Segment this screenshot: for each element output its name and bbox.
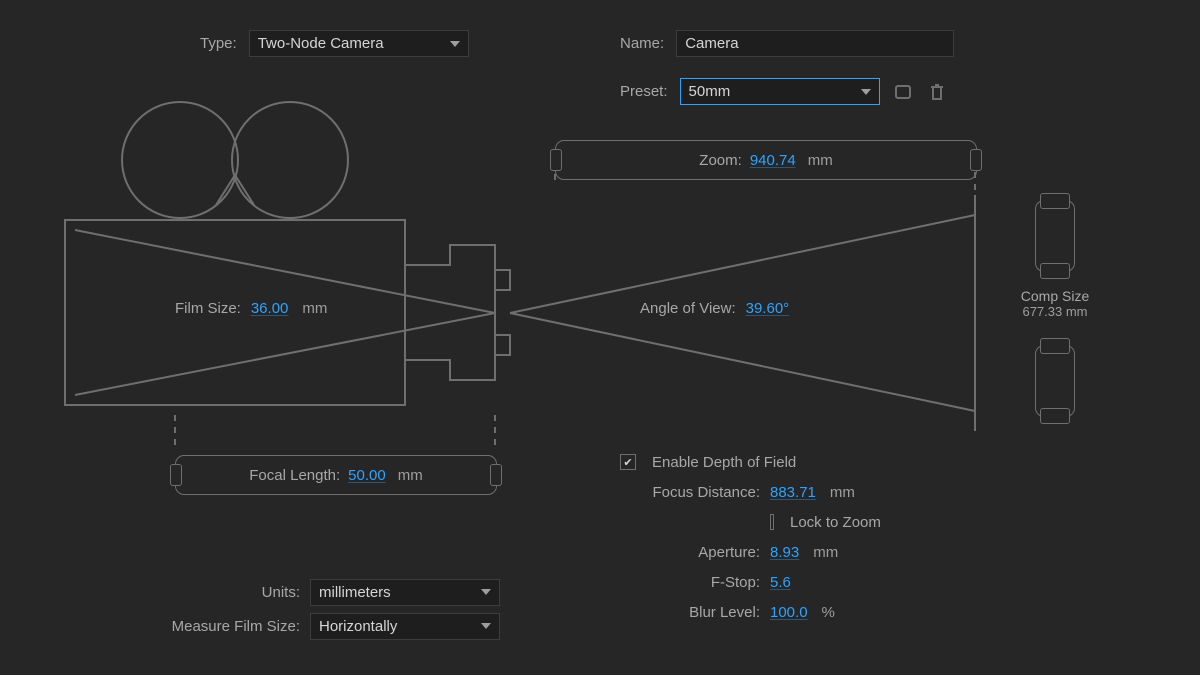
enable-dof-checkbox[interactable] <box>620 454 636 470</box>
type-row: Type: Two-Node Camera <box>200 30 469 57</box>
preset-row: Preset: 50mm <box>620 78 948 105</box>
fstop-row: F-Stop: 5.6 <box>590 567 960 597</box>
comp-size-field: Comp Size 677.33 mm <box>1005 288 1105 319</box>
fstop-label: F-Stop: <box>590 574 760 591</box>
zoom-unit: mm <box>808 152 833 169</box>
aperture-row: Aperture: 8.93 mm <box>590 537 960 567</box>
units-row: Units: millimeters <box>130 575 550 609</box>
lock-to-zoom-label: Lock to Zoom <box>790 514 960 531</box>
measure-label: Measure Film Size: <box>130 618 300 635</box>
units-select-wrap: millimeters <box>310 579 500 606</box>
preset-delete-icon[interactable] <box>926 81 948 103</box>
preset-select[interactable]: 50mm <box>680 78 880 105</box>
comp-size-value: 677.33 mm <box>1005 304 1105 319</box>
aov-label: Angle of View: <box>640 300 736 317</box>
camera-settings-panel: Type: Two-Node Camera Name: Preset: 50mm <box>0 0 1200 675</box>
blur-value[interactable]: 100.0 <box>770 604 808 621</box>
focal-length-field: Focal Length: 50.00 mm <box>175 455 497 495</box>
units-select[interactable]: millimeters <box>310 579 500 606</box>
units-label: Units: <box>130 584 300 601</box>
focus-distance-row: Focus Distance: 883.71 mm <box>590 477 960 507</box>
film-size-field: Film Size: 36.00 mm <box>175 300 327 317</box>
measure-select-wrap: Horizontally <box>310 613 500 640</box>
type-select[interactable]: Two-Node Camera <box>249 30 469 57</box>
angle-of-view-field: Angle of View: 39.60 <box>640 300 789 317</box>
measure-film-size-row: Measure Film Size: Horizontally <box>130 609 550 643</box>
aov-value[interactable]: 39.60 <box>746 300 790 317</box>
film-size-label: Film Size: <box>175 300 241 317</box>
focal-length-label: Focal Length: <box>249 467 340 484</box>
enable-dof-row[interactable]: Enable Depth of Field <box>590 447 960 477</box>
focus-distance-unit: mm <box>830 484 855 501</box>
preset-link-icon[interactable] <box>892 81 914 103</box>
units-group: Units: millimeters Measure Film Size: Ho… <box>130 575 550 643</box>
focus-distance-label: Focus Distance: <box>590 484 760 501</box>
comp-size-bottom-bracket <box>1035 345 1075 417</box>
measure-select[interactable]: Horizontally <box>310 613 500 640</box>
focus-distance-value[interactable]: 883.71 <box>770 484 816 501</box>
lock-to-zoom-checkbox[interactable] <box>770 514 774 530</box>
preset-select-wrap: 50mm <box>680 78 880 105</box>
film-size-value[interactable]: 36.00 <box>251 300 289 317</box>
zoom-field: Zoom: 940.74 mm <box>555 140 977 180</box>
type-select-wrap: Two-Node Camera <box>249 30 469 57</box>
enable-dof-label: Enable Depth of Field <box>652 454 960 471</box>
fstop-value[interactable]: 5.6 <box>770 574 791 591</box>
blur-label: Blur Level: <box>590 604 760 621</box>
blur-unit: % <box>822 604 835 621</box>
depth-of-field-group: Enable Depth of Field Focus Distance: 88… <box>590 447 960 627</box>
comp-size-label: Comp Size <box>1005 288 1105 304</box>
zoom-value[interactable]: 940.74 <box>750 152 796 169</box>
aperture-label: Aperture: <box>590 544 760 561</box>
zoom-label: Zoom: <box>699 152 742 169</box>
preset-label: Preset: <box>620 83 668 100</box>
blur-level-row: Blur Level: 100.0 % <box>590 597 960 627</box>
aperture-unit: mm <box>813 544 838 561</box>
comp-size-top-bracket <box>1035 200 1075 272</box>
type-label: Type: <box>200 35 237 52</box>
aperture-value[interactable]: 8.93 <box>770 544 799 561</box>
film-size-unit: mm <box>302 300 327 317</box>
focal-length-value[interactable]: 50.00 <box>348 467 386 484</box>
name-input[interactable] <box>676 30 954 57</box>
name-row: Name: <box>620 30 954 57</box>
focal-length-unit: mm <box>398 467 423 484</box>
lock-to-zoom-row[interactable]: Lock to Zoom <box>590 507 960 537</box>
name-label: Name: <box>620 35 664 52</box>
